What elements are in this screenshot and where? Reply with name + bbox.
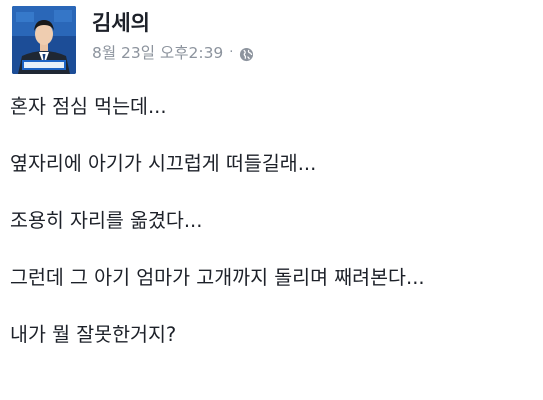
post-timestamp[interactable]: 8월 23일 오후2:39 bbox=[92, 42, 223, 64]
author-name[interactable]: 김세의 bbox=[92, 10, 150, 36]
post-body: 혼자 점심 먹는데... 옆자리에 아기가 시끄럽게 떠들길래... 조용히 자… bbox=[10, 93, 538, 349]
post-line: 내가 뭘 잘못한거지? bbox=[10, 323, 177, 346]
post-meta: 8월 23일 오후2:39 · bbox=[92, 42, 254, 64]
profile-avatar[interactable] bbox=[12, 6, 76, 74]
post-line: 혼자 점심 먹는데... bbox=[10, 95, 167, 118]
avatar-news-anchor-image bbox=[12, 6, 76, 74]
post-line: 조용히 자리를 옮겼다... bbox=[10, 209, 203, 232]
post-line: 옆자리에 아기가 시끄럽게 떠들길래... bbox=[10, 152, 317, 175]
globe-icon[interactable] bbox=[239, 46, 254, 61]
meta-separator: · bbox=[229, 45, 234, 60]
facebook-post: 김세의 8월 23일 오후2:39 · 혼자 점심 먹는데... 옆자리에 아기… bbox=[0, 0, 543, 400]
post-line: 그런데 그 아기 엄마가 고개까지 돌리며 째려본다... bbox=[10, 266, 425, 289]
